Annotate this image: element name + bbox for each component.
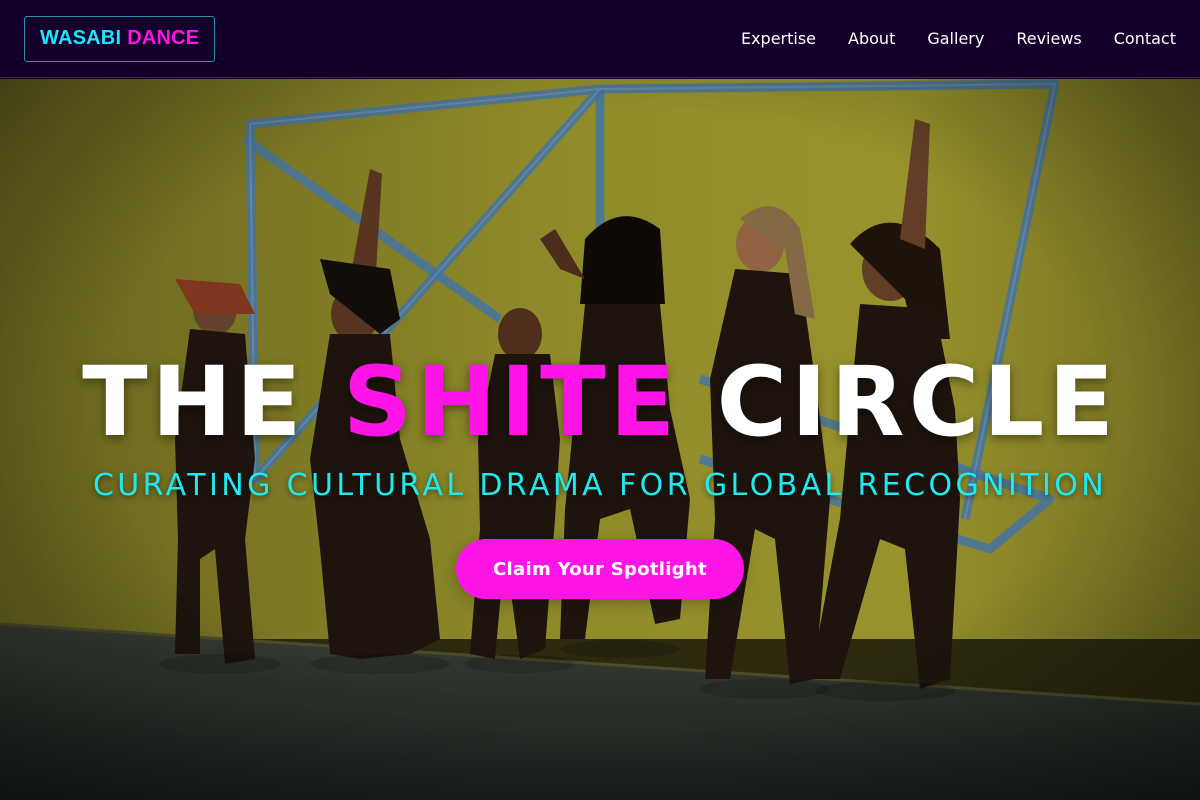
nav-link-expertise[interactable]: Expertise bbox=[741, 29, 816, 48]
main-nav: Expertise About Gallery Reviews Contact bbox=[741, 29, 1176, 48]
nav-link-gallery[interactable]: Gallery bbox=[927, 29, 984, 48]
brand-logo-second: DANCE bbox=[127, 27, 200, 49]
hero-subtitle: CURATING CULTURAL DRAMA FOR GLOBAL RECOG… bbox=[92, 468, 1108, 503]
brand-logo[interactable]: WASABI DANCE bbox=[24, 15, 216, 62]
hero-section: THE SHITE CIRCLE CURATING CULTURAL DRAMA… bbox=[0, 79, 1200, 800]
hero-title-start: THE bbox=[82, 346, 343, 458]
nav-link-reviews[interactable]: Reviews bbox=[1016, 29, 1081, 48]
hero-title: THE SHITE CIRCLE bbox=[0, 354, 1200, 450]
hero-content: THE SHITE CIRCLE CURATING CULTURAL DRAMA… bbox=[0, 79, 1200, 800]
brand-logo-first: WASABI bbox=[40, 27, 122, 49]
hero-title-highlight: SHITE bbox=[342, 346, 680, 458]
hero-title-end: CIRCLE bbox=[679, 346, 1118, 458]
claim-spotlight-button[interactable]: Claim Your Spotlight bbox=[456, 539, 744, 599]
navbar: WASABI DANCE Expertise About Gallery Rev… bbox=[0, 0, 1200, 78]
nav-link-about[interactable]: About bbox=[848, 29, 895, 48]
nav-link-contact[interactable]: Contact bbox=[1114, 29, 1176, 48]
